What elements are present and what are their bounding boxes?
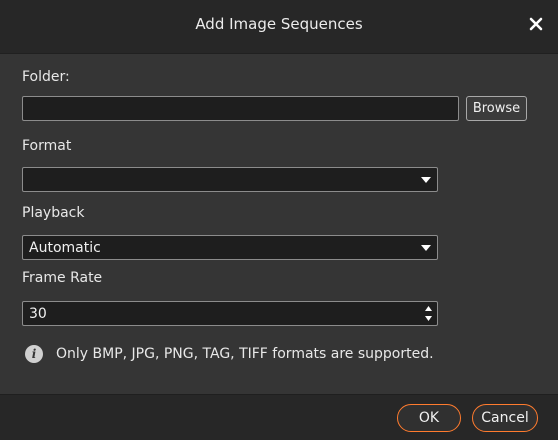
folder-label: Folder:	[22, 69, 70, 85]
close-button[interactable]	[524, 12, 548, 36]
folder-input[interactable]	[22, 96, 459, 121]
browse-button[interactable]: Browse	[466, 96, 527, 121]
dialog-footer: OK Cancel	[0, 394, 558, 440]
close-icon	[529, 17, 543, 31]
playback-label: Playback	[22, 205, 85, 221]
format-select[interactable]	[22, 167, 438, 192]
chevron-down-icon	[421, 177, 431, 183]
info-text: Only BMP, JPG, PNG, TAG, TIFF formats ar…	[56, 346, 434, 362]
add-image-sequences-dialog: Add Image Sequences Folder: Browse Forma…	[0, 0, 558, 440]
frame-rate-stepper[interactable]: 30	[22, 301, 438, 326]
format-label: Format	[22, 138, 72, 154]
chevron-down-icon	[421, 245, 431, 251]
cancel-button[interactable]: Cancel	[472, 404, 538, 432]
playback-select[interactable]: Automatic	[22, 235, 438, 260]
format-info-note: i Only BMP, JPG, PNG, TAG, TIFF formats …	[25, 343, 434, 365]
spin-up-button[interactable]	[424, 304, 433, 313]
playback-selected-value: Automatic	[29, 240, 101, 256]
dialog-titlebar: Add Image Sequences	[0, 0, 558, 54]
dialog-title: Add Image Sequences	[195, 15, 363, 33]
spin-down-button[interactable]	[424, 314, 433, 323]
frame-rate-label: Frame Rate	[22, 270, 103, 286]
info-icon: i	[25, 345, 43, 363]
frame-rate-value: 30	[29, 306, 47, 322]
caret-up-icon	[425, 306, 432, 311]
ok-button[interactable]: OK	[397, 404, 461, 432]
caret-down-icon	[425, 316, 432, 321]
